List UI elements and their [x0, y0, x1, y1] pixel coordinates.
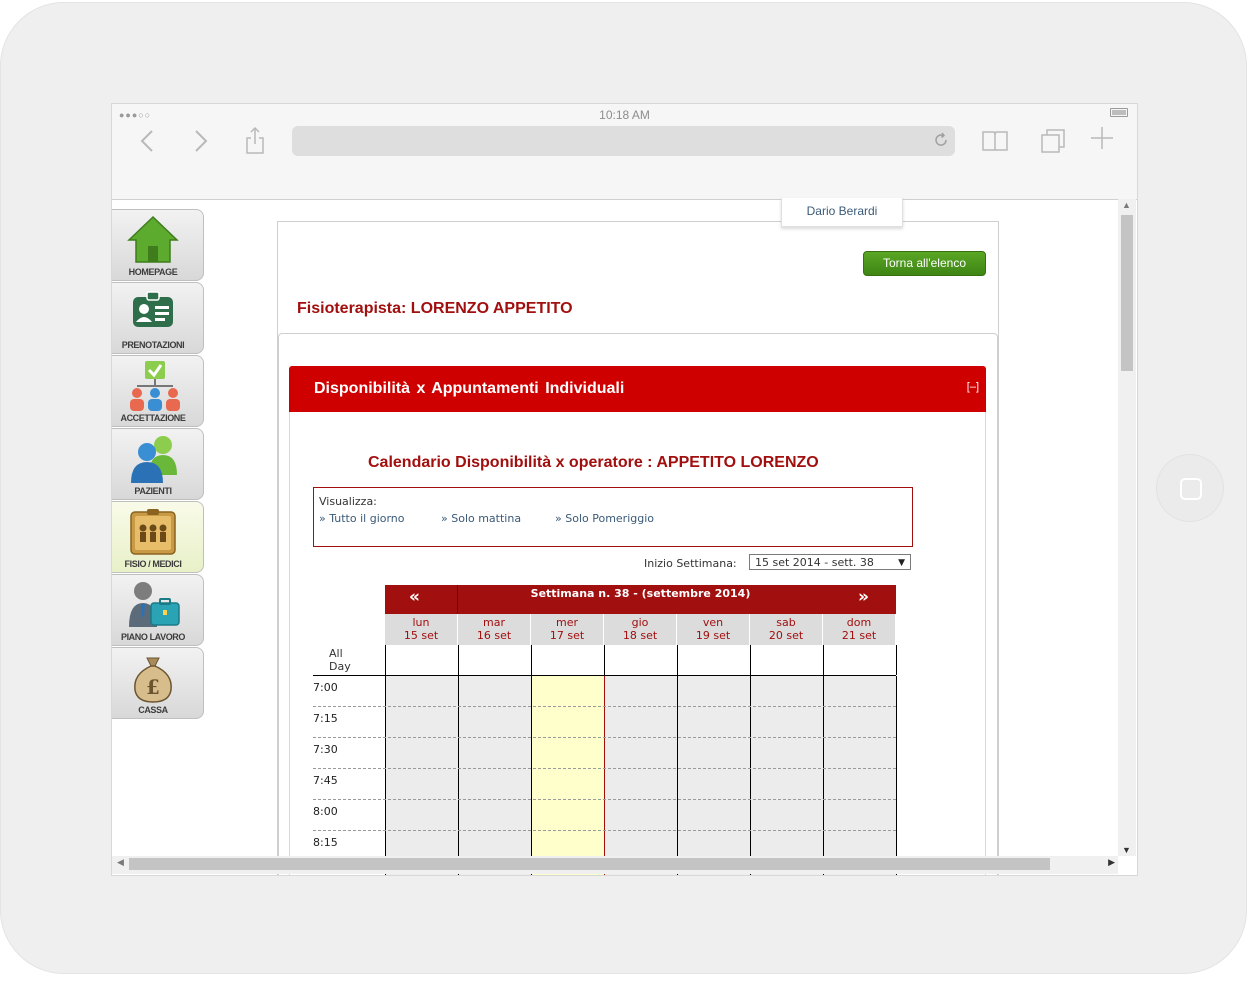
address-bar[interactable] — [292, 126, 955, 156]
calendar-title: Calendario Disponibilità x operatore : A… — [368, 454, 819, 471]
all-day-cell[interactable] — [678, 645, 751, 675]
briefcase-person-icon — [129, 582, 180, 627]
scroll-right-icon[interactable]: ▶ — [1108, 857, 1115, 868]
house-icon — [127, 215, 179, 263]
sidebar-item-label: PIANO LAVORO — [120, 632, 186, 642]
org-chart-icon — [130, 361, 180, 411]
view-filter-box: Visualizza: » Tutto il giorno » Solo mat… — [313, 487, 913, 547]
time-label: 7:30 — [313, 743, 338, 756]
panel-title: Disponibilità x Appuntamenti Individuali — [314, 380, 625, 397]
horizontal-scrollbar[interactable]: ◀ ▶ — [112, 856, 1118, 874]
home-button[interactable] — [1157, 455, 1223, 521]
horizontal-scroll-thumb[interactable] — [129, 858, 1050, 870]
sidebar-item-pazienti[interactable]: PAZIENTI — [112, 428, 204, 500]
sidebar-item-label: CASSA — [138, 705, 168, 715]
all-day-cell[interactable] — [751, 645, 824, 675]
day-header[interactable]: sab 20 set — [750, 614, 823, 645]
scroll-up-icon[interactable]: ▲ — [1122, 200, 1131, 210]
day-header[interactable]: dom 21 set — [823, 614, 896, 645]
sidebar-item-homepage[interactable]: HOMEPAGE — [112, 209, 204, 281]
calendar-nav: « Settimana n. 38 - (settembre 2014) » — [385, 585, 896, 614]
id-card-icon — [133, 291, 173, 327]
user-menu[interactable]: Dario Berardi — [781, 198, 903, 227]
scroll-left-icon[interactable]: ◀ — [117, 857, 124, 868]
week-start-label: Inizio Settimana: — [644, 557, 737, 570]
forward-icon[interactable] — [194, 128, 208, 160]
home-button-icon — [1180, 478, 1202, 500]
physio-title: Fisioterapista: LORENZO APPETITO — [297, 300, 573, 317]
vertical-scroll-thumb[interactable] — [1121, 215, 1133, 371]
back-icon[interactable] — [140, 128, 154, 160]
time-label: 8:15 — [313, 836, 338, 849]
view-link-morning[interactable]: » Solo mattina — [441, 512, 521, 525]
time-divider — [313, 799, 896, 800]
sidebar-item-label: FISIO / MEDICI — [124, 559, 182, 569]
week-title: Settimana n. 38 - (settembre 2014) — [530, 587, 751, 600]
collapse-button[interactable]: [–] — [967, 381, 979, 393]
all-day-cell[interactable] — [824, 645, 897, 675]
staff-folder-icon — [130, 509, 176, 555]
sidebar-item-piano-lavoro[interactable]: PIANO LAVORO — [112, 574, 204, 646]
view-link-all-day[interactable]: » Tutto il giorno — [319, 512, 405, 525]
day-header[interactable]: ven 19 set — [677, 614, 750, 645]
time-divider — [313, 706, 896, 707]
battery-icon — [1110, 108, 1128, 117]
all-day-cell[interactable] — [459, 645, 532, 675]
share-icon[interactable] — [245, 126, 265, 159]
sidebar-item-fisio-medici[interactable]: FISIO / MEDICI — [112, 501, 204, 573]
sidebar-item-label: ACCETTAZIONE — [120, 413, 186, 423]
all-day-cell[interactable] — [386, 645, 459, 675]
sidebar-item-label: PAZIENTI — [134, 486, 172, 496]
scroll-down-icon[interactable]: ▼ — [1122, 845, 1131, 855]
browser-chrome: ●●●○○ 10:18 AM — [112, 104, 1137, 200]
time-divider — [313, 830, 896, 831]
time-label: 8:00 — [313, 805, 338, 818]
reload-icon[interactable] — [933, 132, 949, 153]
prev-week-button[interactable]: « — [409, 587, 420, 607]
screen: ●●●○○ 10:18 AM HOMEPAGE PRENOTAZIONI ACC… — [111, 103, 1138, 876]
day-header[interactable]: mer 17 set — [531, 614, 604, 645]
sidebar-item-prenotazioni[interactable]: PRENOTAZIONI — [112, 282, 204, 354]
all-day-label: All Day — [329, 647, 351, 673]
day-header[interactable]: mar 16 set — [458, 614, 531, 645]
all-day-cell[interactable] — [605, 645, 678, 675]
week-start-select[interactable]: 15 set 2014 - sett. 38 ▼ — [749, 554, 911, 570]
sidebar-item-accettazione[interactable]: ACCETTAZIONE — [112, 355, 204, 427]
week-start-value: 15 set 2014 - sett. 38 — [755, 556, 874, 569]
all-day-cell[interactable] — [532, 645, 605, 675]
sidebar-item-label: HOMEPAGE — [128, 267, 178, 277]
time-label: 7:15 — [313, 712, 338, 725]
time-label: 7:00 — [313, 681, 338, 694]
sidebar-item-cassa[interactable]: £ CASSA — [112, 647, 204, 719]
patients-icon — [131, 436, 177, 483]
bookmarks-icon[interactable] — [982, 130, 1008, 157]
panel-header: Disponibilità x Appuntamenti Individuali… — [289, 366, 986, 412]
view-link-afternoon[interactable]: » Solo Pomeriggio — [555, 512, 654, 525]
day-header[interactable]: lun 15 set — [385, 614, 458, 645]
time-divider — [313, 768, 896, 769]
new-tab-icon[interactable] — [1090, 124, 1114, 158]
vertical-scrollbar[interactable]: ▲ ▼ — [1118, 199, 1136, 856]
time-divider — [313, 737, 896, 738]
next-week-button[interactable]: » — [858, 587, 869, 607]
dropdown-arrow-icon: ▼ — [898, 558, 905, 568]
view-label: Visualizza: — [319, 495, 377, 508]
status-time: 10:18 AM — [599, 108, 650, 122]
back-to-list-button[interactable]: Torna all'elenco — [863, 251, 986, 276]
sidebar: HOMEPAGE PRENOTAZIONI ACCETTAZIONE PAZIE… — [112, 209, 205, 720]
time-label: 7:45 — [313, 774, 338, 787]
tabs-icon[interactable] — [1040, 128, 1066, 159]
svg-text:£: £ — [146, 675, 160, 699]
money-bag-icon: £ — [134, 657, 172, 703]
day-header[interactable]: gio 18 set — [604, 614, 677, 645]
sidebar-item-label: PRENOTAZIONI — [121, 340, 185, 350]
